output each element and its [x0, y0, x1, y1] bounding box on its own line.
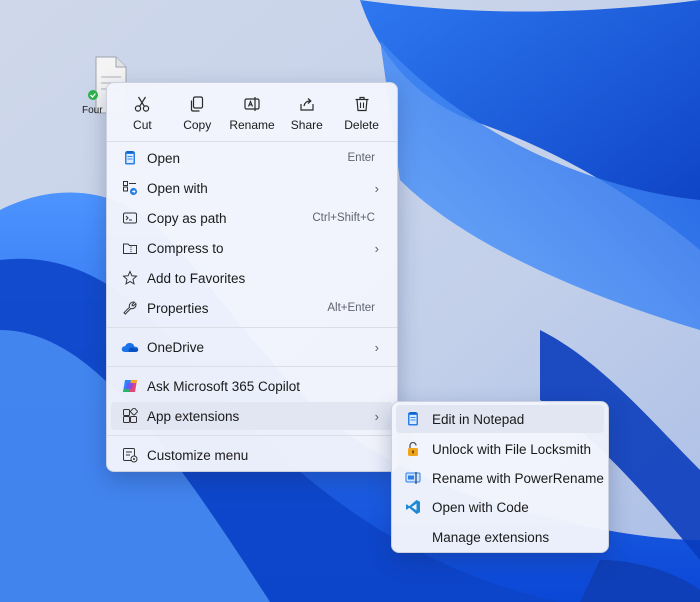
copy-label: Copy: [183, 118, 212, 132]
rename-label: Rename: [229, 118, 275, 132]
app-extensions-submenu: Edit in Notepad Unlock with File Locksmi…: [391, 401, 609, 553]
shortcut-text: Alt+Enter: [327, 302, 375, 314]
share-label: Share: [290, 118, 323, 132]
context-menu: Cut Copy Rename Share Delete Open Enter …: [106, 82, 398, 472]
menu-item-label: Open: [147, 150, 181, 166]
menu-item-customize-menu[interactable]: Customize menu: [111, 441, 393, 469]
submenu-item-file-locksmith[interactable]: Unlock with File Locksmith: [396, 435, 604, 463]
desktop-file-label: Four: [82, 105, 103, 116]
menu-item-label: Customize menu: [147, 447, 249, 463]
app-extensions-icon: [121, 407, 139, 425]
menu-divider: [107, 366, 397, 367]
share-button[interactable]: Share: [279, 91, 334, 137]
submenu-item-label: Unlock with File Locksmith: [432, 441, 592, 457]
chevron-right-icon: ›: [374, 240, 379, 256]
menu-item-app-extensions[interactable]: App extensions ›: [111, 402, 393, 430]
menu-item-onedrive[interactable]: OneDrive ›: [111, 333, 393, 361]
cut-button[interactable]: Cut: [115, 91, 170, 137]
share-icon: [300, 98, 314, 111]
vscode-icon: [404, 498, 422, 516]
shortcut-text: Ctrl+Shift+C: [312, 212, 375, 224]
copy-path-icon: [121, 209, 139, 227]
menu-item-add-to-favorites[interactable]: Add to Favorites: [111, 264, 393, 292]
copilot-icon: [121, 377, 139, 395]
rename-button[interactable]: Rename: [225, 91, 280, 137]
submenu-item-powerrename[interactable]: Rename with PowerRename: [396, 464, 604, 492]
submenu-item-label: Edit in Notepad: [432, 411, 525, 427]
open-with-icon: [121, 179, 139, 197]
menu-item-label: Ask Microsoft 365 Copilot: [147, 378, 301, 394]
rename-icon: [244, 97, 260, 111]
menu-item-label: OneDrive: [147, 339, 205, 355]
menu-item-label: Properties: [147, 300, 209, 316]
delete-label: Delete: [344, 118, 379, 132]
chevron-right-icon: ›: [374, 339, 379, 355]
menu-item-open[interactable]: Open Enter: [111, 144, 393, 172]
submenu-item-label: Rename with PowerRename: [432, 470, 604, 486]
menu-item-open-with[interactable]: Open with ›: [111, 174, 393, 202]
menu-item-ask-copilot[interactable]: Ask Microsoft 365 Copilot: [111, 372, 393, 400]
menu-item-label: Add to Favorites: [147, 270, 246, 286]
menu-divider: [107, 141, 397, 142]
cut-icon: [135, 96, 150, 112]
onedrive-icon: [121, 338, 139, 356]
submenu-item-edit-in-notepad[interactable]: Edit in Notepad: [396, 405, 604, 433]
notepad-icon: [121, 149, 139, 167]
menu-item-copy-as-path[interactable]: Copy as path Ctrl+Shift+C: [111, 204, 393, 232]
delete-icon: [355, 96, 369, 112]
copy-button[interactable]: Copy: [170, 91, 225, 137]
customize-icon: [121, 446, 139, 464]
copy-icon: [191, 96, 204, 112]
quick-actions-bar: Cut Copy Rename Share Delete: [115, 91, 389, 137]
menu-item-label: Copy as path: [147, 210, 227, 226]
notepad-icon: [404, 410, 422, 428]
chevron-right-icon: ›: [374, 180, 379, 196]
wrench-icon: [121, 299, 139, 317]
menu-item-properties[interactable]: Properties Alt+Enter: [111, 294, 393, 322]
menu-item-label: Compress to: [147, 240, 224, 256]
lock-icon: [404, 440, 422, 458]
menu-divider: [107, 327, 397, 328]
submenu-item-open-with-code[interactable]: Open with Code: [396, 493, 604, 521]
shortcut-text: Enter: [347, 152, 376, 164]
menu-item-compress-to[interactable]: Compress to ›: [111, 234, 393, 262]
delete-button[interactable]: Delete: [334, 91, 389, 137]
powerrename-icon: [404, 469, 422, 487]
menu-divider: [107, 435, 397, 436]
chevron-right-icon: ›: [374, 408, 379, 424]
submenu-item-manage-extensions[interactable]: Manage extensions: [396, 523, 604, 551]
star-icon: [121, 269, 139, 287]
submenu-item-label: Manage extensions: [432, 529, 550, 545]
compress-icon: [121, 239, 139, 257]
menu-item-label: Open with: [147, 180, 208, 196]
submenu-item-label: Open with Code: [432, 499, 529, 515]
menu-item-label: App extensions: [147, 408, 240, 424]
cut-label: Cut: [133, 118, 152, 132]
